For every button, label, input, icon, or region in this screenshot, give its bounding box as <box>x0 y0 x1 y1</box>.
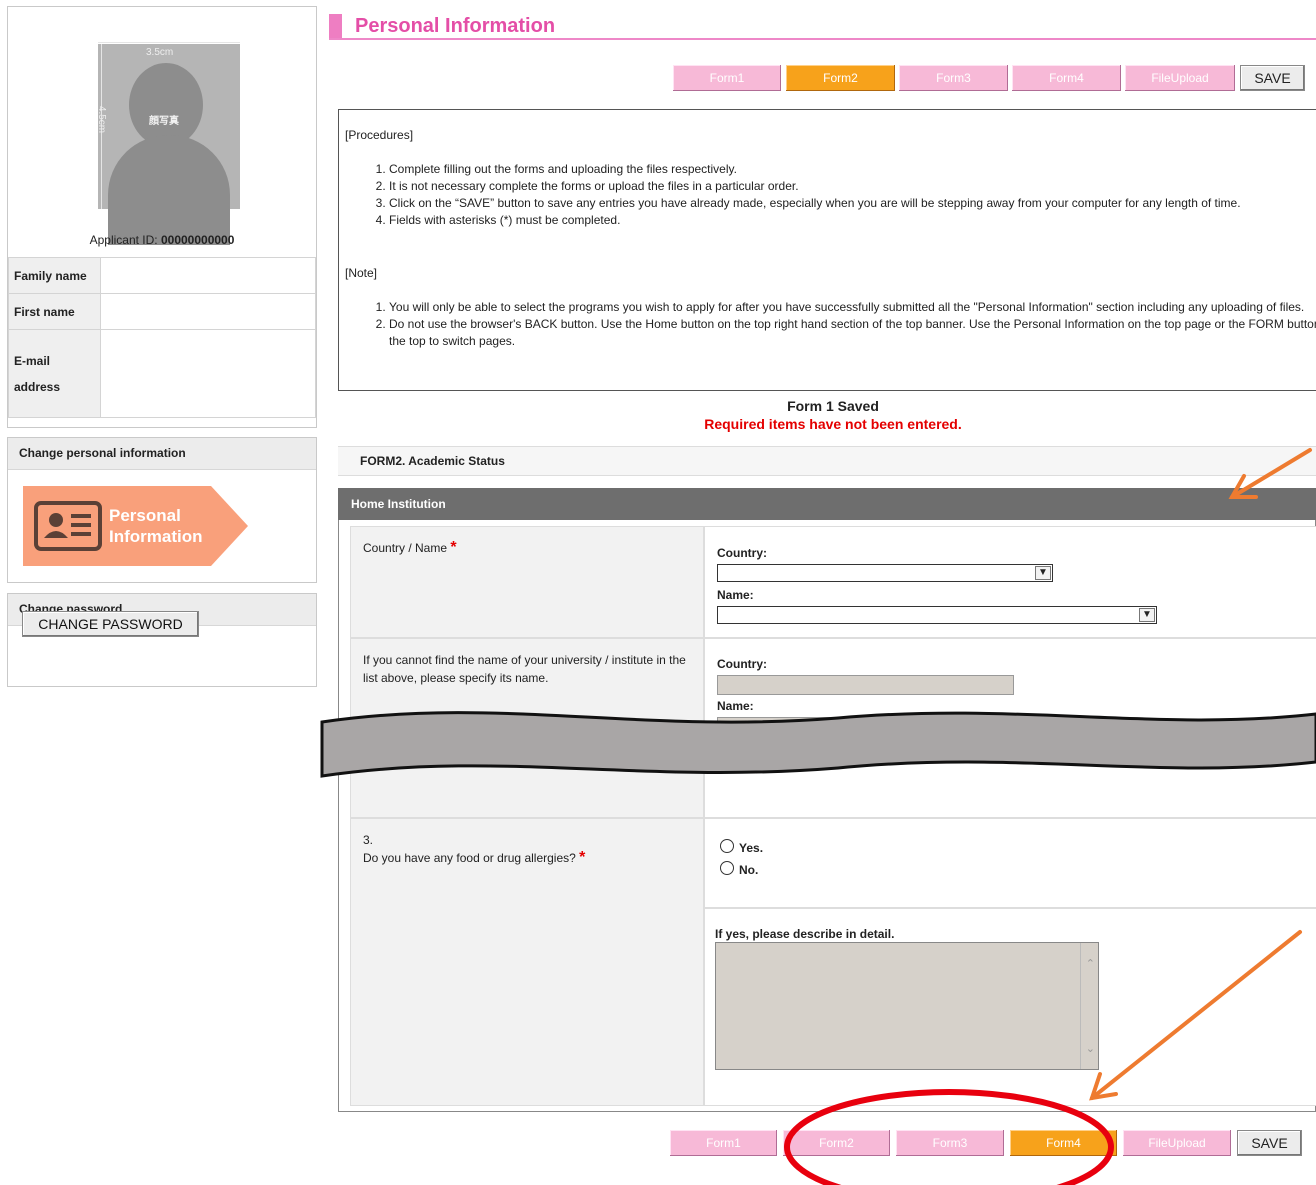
tab-form3-top[interactable]: Form3 <box>899 65 1008 91</box>
country-label: Country: <box>717 546 767 560</box>
table-row: Family name <box>8 257 316 294</box>
required-asterisk: * <box>450 539 457 556</box>
change-info-title: Change personal information <box>8 438 316 470</box>
email-label: E-mail address <box>8 329 101 418</box>
allergies-no-radio[interactable] <box>720 861 734 875</box>
country-label: Country: <box>717 657 767 671</box>
saved-message: Form 1 Saved <box>787 398 879 414</box>
country-select[interactable]: ▼ <box>717 564 1053 582</box>
chevron-up-icon: ⌃ <box>1085 958 1095 970</box>
silhouette-body <box>108 135 230 245</box>
country-name-input-cell: Country: ▼ Name: ▼ <box>704 526 1316 638</box>
title-marker <box>329 14 342 38</box>
profile-info-table: Family name First name E-mail address <box>8 257 316 418</box>
procedures-box: [Procedures] Complete filling out the fo… <box>338 109 1316 391</box>
table-row: First name <box>8 293 316 330</box>
save-button-bottom[interactable]: SAVE <box>1237 1130 1302 1156</box>
other-institution-label: If you cannot find the name of your univ… <box>363 653 686 685</box>
chevron-down-icon: ⌄ <box>1085 1043 1095 1055</box>
family-name-value <box>100 257 316 294</box>
tab-form4-top[interactable]: Form4 <box>1012 65 1121 91</box>
notes-list: You will only be able to select the prog… <box>339 299 1316 350</box>
email-value <box>100 329 316 418</box>
yes-label: Yes. <box>739 841 764 855</box>
family-name-label: Family name <box>8 257 101 294</box>
tab-form1-top[interactable]: Form1 <box>673 65 781 91</box>
allergies-yes-radio[interactable] <box>720 839 734 853</box>
photo-caption: 顔写真 <box>149 116 179 127</box>
banner-line1: Personal <box>109 506 181 525</box>
form-title: FORM2. Academic Status <box>338 446 1316 476</box>
list-item: You will only be able to select the prog… <box>389 299 1316 316</box>
personal-information-banner[interactable]: Personal Information <box>23 486 248 566</box>
page-break-wave <box>320 711 1316 778</box>
allergies-detail-cell: If yes, please describe in detail. ⌃ ⌄ <box>704 908 1316 1106</box>
photo-width-guide <box>98 42 240 43</box>
tab-form1-bottom[interactable]: Form1 <box>670 1130 777 1156</box>
name-label: Name: <box>717 588 754 602</box>
procedures-heading: [Procedures] <box>345 128 414 142</box>
tab-form2-bottom[interactable]: Form2 <box>783 1130 890 1156</box>
procedures-list: Complete filling out the forms and uploa… <box>339 161 1316 229</box>
tab-form3-bottom[interactable]: Form3 <box>896 1130 1004 1156</box>
scrollbar[interactable]: ⌃ ⌄ <box>1080 943 1098 1069</box>
detail-label: If yes, please describe in detail. <box>715 927 895 941</box>
page-header: Personal Information <box>329 14 1316 40</box>
photo-width-label: 3.5cm <box>146 47 174 58</box>
form-body: Country / Name * Country: ▼ Name: ▼ If y… <box>338 520 1316 1112</box>
tab-form2-top[interactable]: Form2 <box>786 65 895 91</box>
allergies-label-cell: 3. Do you have any food or drug allergie… <box>350 818 704 1106</box>
tab-form4-bottom[interactable]: Form4 <box>1010 1130 1117 1156</box>
applicant-id-label: Applicant ID: <box>89 233 158 247</box>
required-asterisk: * <box>579 849 586 866</box>
change-info-panel: Change personal information Personal Inf… <box>7 437 317 583</box>
photo-placeholder: 3.5cm 4.5cm 顔写真 <box>96 42 240 245</box>
applicant-id-value: 00000000000 <box>160 233 235 247</box>
list-item: Complete filling out the forms and uploa… <box>389 161 1316 178</box>
no-label: No. <box>739 863 759 877</box>
list-item: Fields with asterisks (*) must be comple… <box>389 212 1316 229</box>
change-password-panel: Change password CHANGE PASSWORD <box>7 593 317 687</box>
institution-name-select[interactable]: ▼ <box>717 606 1157 624</box>
page-title: Personal Information <box>355 15 556 37</box>
table-row: E-mail address <box>8 329 316 418</box>
question-number: 3. <box>363 833 374 847</box>
banner-line2: Information <box>109 527 203 546</box>
applicant-id: Applicant ID: 00000000000 <box>8 233 316 247</box>
tab-fileupload-bottom[interactable]: FileUpload <box>1123 1130 1231 1156</box>
first-name-label: First name <box>8 293 101 330</box>
allergies-detail-textarea[interactable]: ⌃ ⌄ <box>715 942 1099 1070</box>
first-name-value <box>100 293 316 330</box>
list-item: It is not necessary complete the forms o… <box>389 178 1316 195</box>
allergies-radio-cell: Yes. No. <box>704 818 1316 908</box>
save-button-top[interactable]: SAVE <box>1240 65 1305 91</box>
allergies-question: Do you have any food or drug allergies? <box>363 851 576 865</box>
photo-height-label: 4.5cm <box>96 105 108 134</box>
required-warning: Required items have not been entered. <box>704 416 962 432</box>
note-heading: [Note] <box>345 266 378 280</box>
list-item: Do not use the browser's BACK button. Us… <box>389 316 1316 350</box>
profile-card: 3.5cm 4.5cm 顔写真 Applicant ID: 0000000000… <box>7 6 317 428</box>
chevron-down-icon: ▼ <box>1139 608 1155 622</box>
other-country-input[interactable] <box>717 675 1014 695</box>
chevron-down-icon: ▼ <box>1035 566 1051 580</box>
section-header: Home Institution <box>338 488 1316 520</box>
change-password-button[interactable]: CHANGE PASSWORD <box>22 611 199 637</box>
country-name-label-cell: Country / Name * <box>350 526 704 638</box>
country-name-label: Country / Name <box>363 541 448 555</box>
tab-fileupload-top[interactable]: FileUpload <box>1125 65 1235 91</box>
list-item: Click on the “SAVE” button to save any e… <box>389 195 1316 212</box>
